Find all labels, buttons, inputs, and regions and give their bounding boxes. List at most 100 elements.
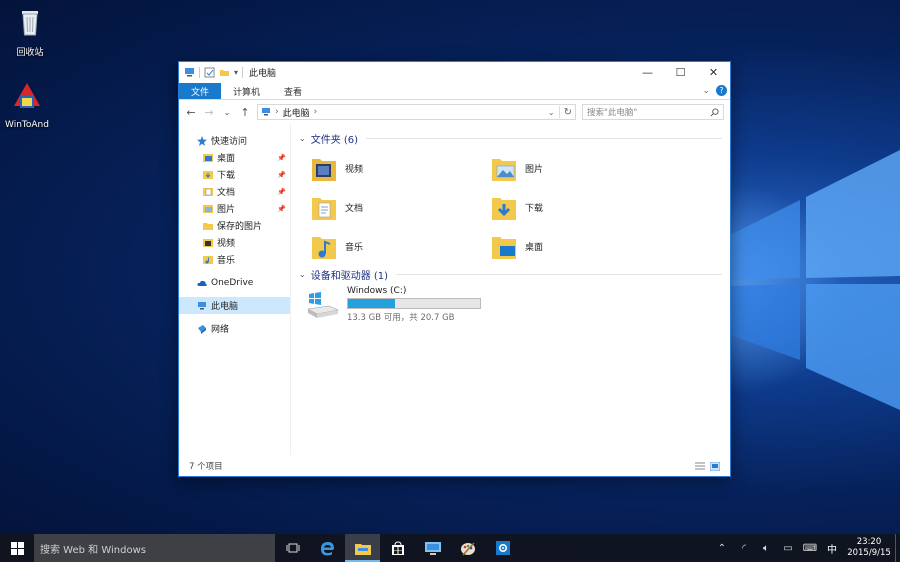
folder-item-documents[interactable]: 文档 <box>311 188 491 227</box>
folder-item-music[interactable]: 音乐 <box>311 227 491 266</box>
search-input[interactable]: 搜索"此电脑" <box>587 106 637 118</box>
windows-drive-icon <box>307 291 339 318</box>
clock[interactable]: 23:20 2015/9/15 <box>843 537 895 559</box>
desktop-icon-wintoand[interactable]: WinToAnd <box>0 80 57 130</box>
sidebar-item-desktop[interactable]: 桌面 📌 <box>179 149 290 166</box>
folder-icon <box>203 222 213 230</box>
task-view-button[interactable] <box>275 534 310 562</box>
collapse-chevron-icon[interactable]: ⌄ <box>299 270 306 279</box>
desktop-icon-recycle-bin[interactable]: 回收站 <box>0 5 60 58</box>
sidebar-item-pictures[interactable]: 图片 📌 <box>179 200 290 217</box>
address-sep[interactable]: › <box>275 107 279 117</box>
devices-section-header[interactable]: ⌄ 设备和驱动器 (1) <box>299 266 722 282</box>
tab-computer[interactable]: 计算机 <box>221 83 272 99</box>
address-sep[interactable]: › <box>314 107 318 117</box>
folder-label: 文档 <box>345 204 364 214</box>
folder-item-pictures[interactable]: 图片 <box>491 149 671 188</box>
pin-icon[interactable]: 📌 <box>277 205 286 213</box>
recent-locations-button[interactable]: ⌄ <box>221 108 233 117</box>
action-center-icon[interactable]: ▭ <box>777 543 799 554</box>
volume-icon[interactable]: 🔈︎ <box>755 543 777 554</box>
address-bar[interactable]: › 此电脑 › ⌄ ↻ <box>257 104 576 120</box>
start-button[interactable] <box>0 534 34 562</box>
navigation-bar: ← → ⌄ ↑ › 此电脑 › ⌄ ↻ 搜索"此电脑" <box>179 100 730 124</box>
sidebar-item-this-pc[interactable]: 此电脑 <box>179 297 290 314</box>
minimize-button[interactable]: — <box>631 62 664 83</box>
navigation-pane: 快速访问 桌面 📌 下载 📌 文档 📌 图片 📌 保存的图片 视频 音乐 One… <box>179 124 291 455</box>
qa-separator <box>242 67 244 78</box>
sidebar-item-music[interactable]: 音乐 <box>179 251 290 268</box>
music-folder-icon <box>312 236 336 259</box>
sidebar-item-label: 网络 <box>211 325 230 335</box>
this-pc-icon <box>185 68 194 77</box>
taskbar-edge-button[interactable] <box>310 534 345 562</box>
window-controls: — ☐ ✕ <box>631 62 730 83</box>
desktop-icon-label: WinToAnd <box>5 120 49 130</box>
sidebar-item-videos[interactable]: 视频 <box>179 234 290 251</box>
new-folder-icon[interactable] <box>219 67 230 78</box>
sidebar-item-documents[interactable]: 文档 📌 <box>179 183 290 200</box>
sidebar-item-saved-pictures[interactable]: 保存的图片 <box>179 217 290 234</box>
folders-section-header[interactable]: ⌄ 文件夹 (6) <box>299 130 722 146</box>
search-icon[interactable] <box>710 107 719 117</box>
qa-separator <box>199 67 200 78</box>
taskbar-store-button[interactable] <box>380 534 415 562</box>
large-icons-view-icon[interactable] <box>710 461 720 471</box>
taskbar-paint-app-button[interactable] <box>450 534 485 562</box>
wifi-icon[interactable]: ◜ <box>733 543 755 554</box>
monitor-app-icon <box>424 541 441 555</box>
documents-folder-icon <box>312 197 336 220</box>
ime-indicator[interactable]: 中 <box>821 541 843 556</box>
title-bar[interactable]: ▾ 此电脑 — ☐ ✕ <box>179 62 730 83</box>
maximize-button[interactable]: ☐ <box>664 62 697 83</box>
star-icon <box>197 135 207 146</box>
sidebar-item-label: 视频 <box>217 239 236 249</box>
sidebar-item-downloads[interactable]: 下载 📌 <box>179 166 290 183</box>
taskbar-monitor-app-button[interactable] <box>415 534 450 562</box>
help-button[interactable]: ? <box>716 85 727 96</box>
sidebar-item-label: 音乐 <box>217 256 236 266</box>
address-path[interactable]: 此电脑 <box>283 106 310 119</box>
folder-item-videos[interactable]: 视频 <box>311 149 491 188</box>
sidebar-item-onedrive[interactable]: OneDrive <box>179 274 290 291</box>
pin-icon[interactable]: 📌 <box>277 171 286 179</box>
music-folder-icon <box>203 255 213 264</box>
keyboard-icon[interactable]: ⌨ <box>799 543 821 554</box>
show-hidden-icons-chevron-icon[interactable]: ⌃ <box>711 543 733 554</box>
wintoand-app-icon <box>14 83 40 108</box>
taskbar-search-input[interactable]: 搜索 Web 和 Windows <box>34 534 275 562</box>
folder-label: 图片 <box>525 165 544 175</box>
search-box[interactable]: 搜索"此电脑" <box>582 104 724 120</box>
taskbar-file-explorer-button[interactable] <box>345 534 380 562</box>
address-dropdown-chevron-icon[interactable]: ⌄ <box>548 108 555 117</box>
folder-item-downloads[interactable]: 下载 <box>491 188 671 227</box>
properties-icon[interactable] <box>204 67 215 78</box>
sidebar-item-network[interactable]: 网络 <box>179 320 290 337</box>
drive-item-c[interactable]: Windows (C:) 13.3 GB 可用，共 20.7 GB <box>299 286 722 323</box>
cloud-icon <box>197 280 207 286</box>
back-button[interactable]: ← <box>185 106 197 119</box>
pin-icon[interactable]: 📌 <box>277 154 286 162</box>
refresh-icon[interactable]: ↻ <box>564 107 572 118</box>
sidebar-item-label: 此电脑 <box>211 302 239 312</box>
folder-label: 桌面 <box>525 243 544 253</box>
pin-icon[interactable]: 📌 <box>277 188 286 196</box>
tab-file[interactable]: 文件 <box>179 83 222 99</box>
expand-ribbon-chevron-icon[interactable]: ⌄ <box>702 86 710 96</box>
details-view-icon[interactable] <box>695 462 705 471</box>
pictures-folder-icon <box>203 204 213 213</box>
folder-item-desktop[interactable]: 桌面 <box>491 227 671 266</box>
up-button[interactable]: ↑ <box>239 106 251 119</box>
taskbar-settings-button[interactable] <box>485 534 520 562</box>
customize-toolbar-chevron-icon[interactable]: ▾ <box>234 68 238 77</box>
tab-view[interactable]: 查看 <box>272 83 314 99</box>
video-folder-icon <box>312 158 336 181</box>
close-button[interactable]: ✕ <box>697 62 730 83</box>
forward-button[interactable]: → <box>203 106 215 119</box>
sidebar-item-quick-access[interactable]: 快速访问 <box>179 132 290 149</box>
file-explorer-window: ▾ 此电脑 — ☐ ✕ 文件 计算机 查看 ⌄ ? ← → ⌄ ↑ › 此电脑 … <box>178 61 731 477</box>
show-desktop-button[interactable] <box>895 534 900 562</box>
store-bag-icon <box>391 540 404 555</box>
collapse-chevron-icon[interactable]: ⌄ <box>299 134 306 143</box>
folder-label: 视频 <box>345 165 364 175</box>
